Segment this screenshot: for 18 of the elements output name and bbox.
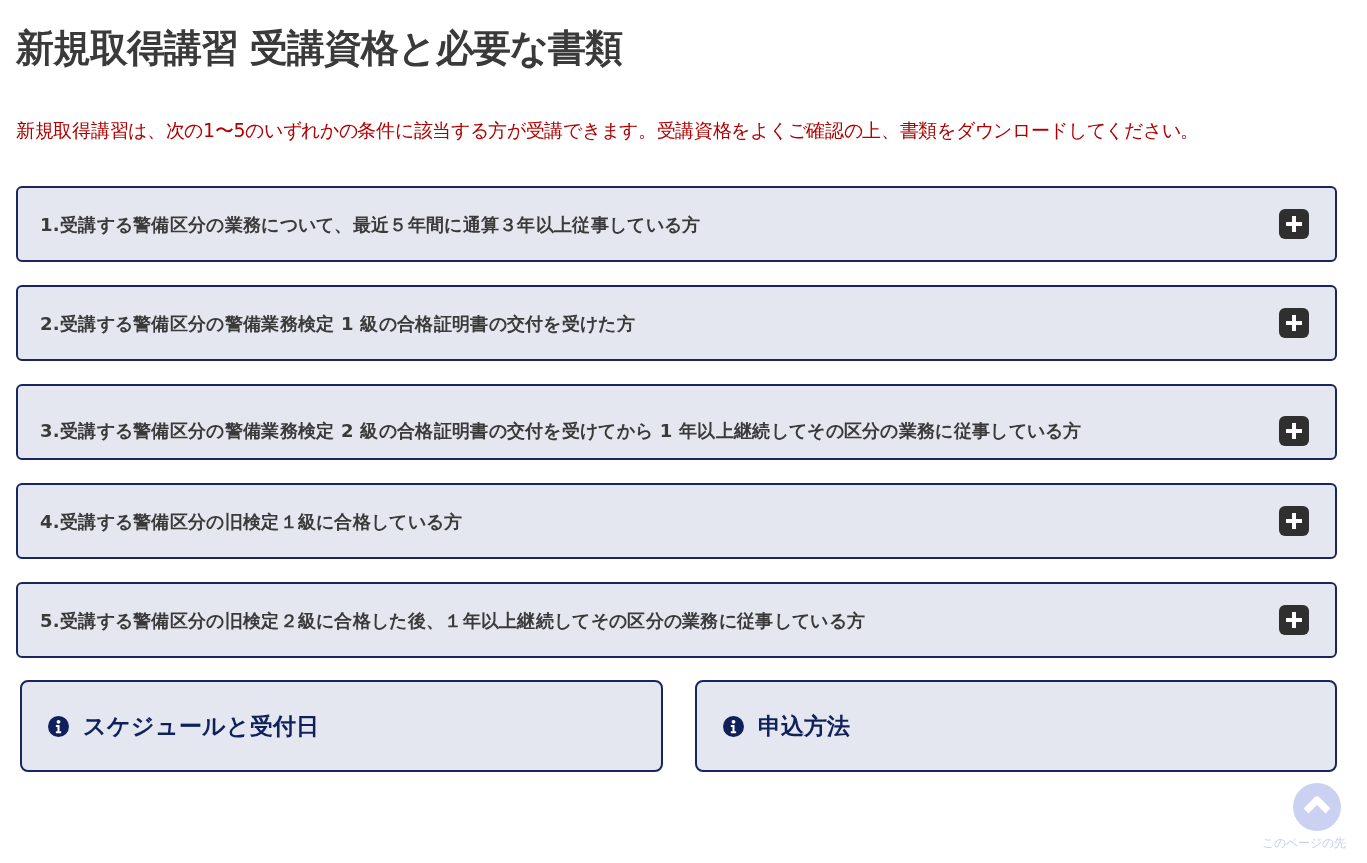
plus-icon [1279, 506, 1309, 536]
info-icon [48, 715, 69, 737]
page-title: 新規取得講習 受講資格と必要な書類 [16, 25, 624, 72]
plus-icon [1279, 416, 1309, 446]
accordion-item[interactable]: 3.受講する警備区分の警備業務検定 2 級の合格証明書の交付を受けてから 1 年以上継続してその区分の業務に従事している方 [16, 384, 1337, 460]
plus-icon [1279, 605, 1309, 635]
accordion-item[interactable]: 2.受講する警備区分の警備業務検定 1 級の合格証明書の交付を受けた方 [16, 285, 1337, 361]
intro-text: 新規取得講習は、次の1〜5のいずれかの条件に該当する方が受講できます。受講資格をよくご確認の上、書類をダウンロードしてください。 [16, 118, 1200, 143]
accordion-item[interactable]: 4.受講する警備区分の旧検定１級に合格している方 [16, 483, 1337, 559]
link-label: スケジュールと受付日 [83, 711, 319, 741]
info-link[interactable]: 申込方法 [694, 680, 1337, 772]
info-icon [722, 715, 744, 737]
accordion-item[interactable]: 5.受講する警備区分の旧検定２級に合格した後、１年以上継続してその区分の業務に従事している方 [16, 582, 1337, 658]
plus-icon [1279, 209, 1309, 239]
plus-icon [1279, 308, 1309, 338]
accordion-item[interactable]: 1.受講する警備区分の業務について、最近５年間に通算３年以上従事している方 [16, 186, 1337, 262]
info-link[interactable]: スケジュールと受付日 [20, 680, 663, 772]
link-label: 申込方法 [757, 711, 850, 741]
